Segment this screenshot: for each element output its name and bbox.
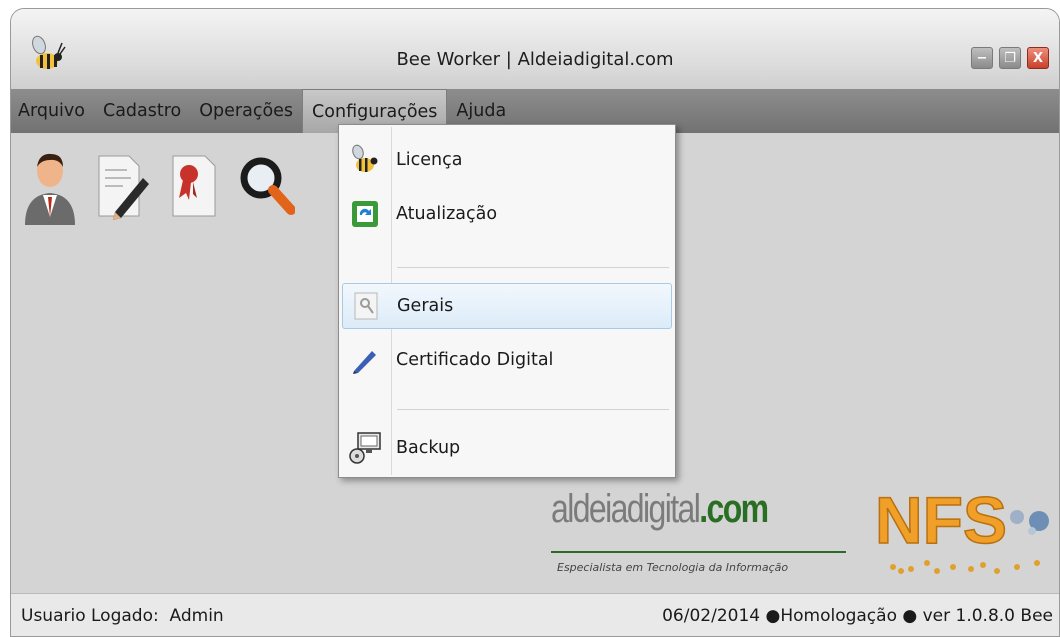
dropdown-label-certificado: Certificado Digital — [396, 350, 554, 370]
settings-icon — [343, 283, 389, 329]
user-button[interactable] — [19, 145, 81, 229]
certificate-button[interactable] — [163, 145, 225, 229]
dropdown-item-gerais[interactable]: Gerais — [342, 283, 672, 329]
toolbar — [19, 145, 297, 229]
dropdown-item-backup[interactable]: Backup — [342, 425, 672, 471]
minimize-button[interactable]: − — [971, 47, 993, 69]
dropdown-separator — [397, 267, 669, 268]
user-icon — [25, 153, 75, 225]
window-controls: − ❐ X — [971, 47, 1049, 69]
menu-arquivo[interactable]: Arquivo — [11, 89, 94, 133]
dropdown-item-atualizacao[interactable]: Atualização — [342, 191, 672, 237]
dropdown-label-backup: Backup — [396, 438, 461, 458]
search-icon — [240, 157, 295, 215]
logo-com-text: .com — [699, 487, 769, 531]
edit-document-icon — [98, 155, 149, 220]
nfs-logo: NFS — [867, 471, 1057, 591]
logged-user: Usuario Logado: Admin — [21, 606, 224, 626]
refresh-icon — [342, 191, 388, 237]
bee-icon — [342, 137, 388, 183]
logo-tagline: Especialista em Tecnologia da Informação — [557, 561, 789, 574]
logo-wordmark: aldeiadigital.com — [551, 487, 769, 532]
aldeiadigital-logo: aldeiadigital.com Especialista em Tecnol… — [551, 477, 851, 587]
status-bar: Usuario Logado: Admin 06/02/2014 ●Homolo… — [11, 593, 1059, 636]
dropdown-item-certificado[interactable]: Certificado Digital — [342, 337, 672, 383]
logo-underline — [551, 551, 846, 553]
minimize-icon: − — [976, 50, 988, 66]
pen-icon — [342, 337, 388, 383]
user-name: Admin — [169, 606, 224, 626]
dropdown-item-licenca[interactable]: Licença — [342, 137, 672, 183]
menu-operacoes[interactable]: Operações — [190, 89, 302, 133]
configuracoes-dropdown: Licença Atualização Gerais Certificado D… — [338, 124, 676, 478]
dropdown-label-gerais: Gerais — [397, 296, 454, 316]
dropdown-label-licenca: Licença — [396, 150, 463, 170]
edit-document-button[interactable] — [91, 145, 153, 229]
certificate-document-icon — [172, 155, 216, 217]
menu-cadastro[interactable]: Cadastro — [94, 89, 190, 133]
nfs-text: NFS — [875, 483, 1007, 557]
title-bar[interactable]: Bee Worker | Aldeiadigital.com − ❐ X — [11, 9, 1059, 89]
logo-main-text: aldeiadigital — [551, 487, 701, 531]
dropdown-label-atualizacao: Atualização — [396, 204, 498, 224]
search-button[interactable] — [235, 145, 297, 229]
maximize-button[interactable]: ❐ — [999, 47, 1021, 69]
maximize-icon: ❐ — [1004, 50, 1016, 66]
close-icon: X — [1032, 50, 1044, 66]
status-info: 06/02/2014 ●Homologação ● ver 1.0.8.0 Be… — [662, 606, 1053, 626]
user-label: Usuario Logado: — [21, 606, 159, 626]
backup-icon — [342, 425, 388, 471]
dropdown-separator — [397, 409, 669, 410]
window-title: Bee Worker | Aldeiadigital.com — [396, 49, 674, 70]
close-button[interactable]: X — [1027, 47, 1049, 69]
